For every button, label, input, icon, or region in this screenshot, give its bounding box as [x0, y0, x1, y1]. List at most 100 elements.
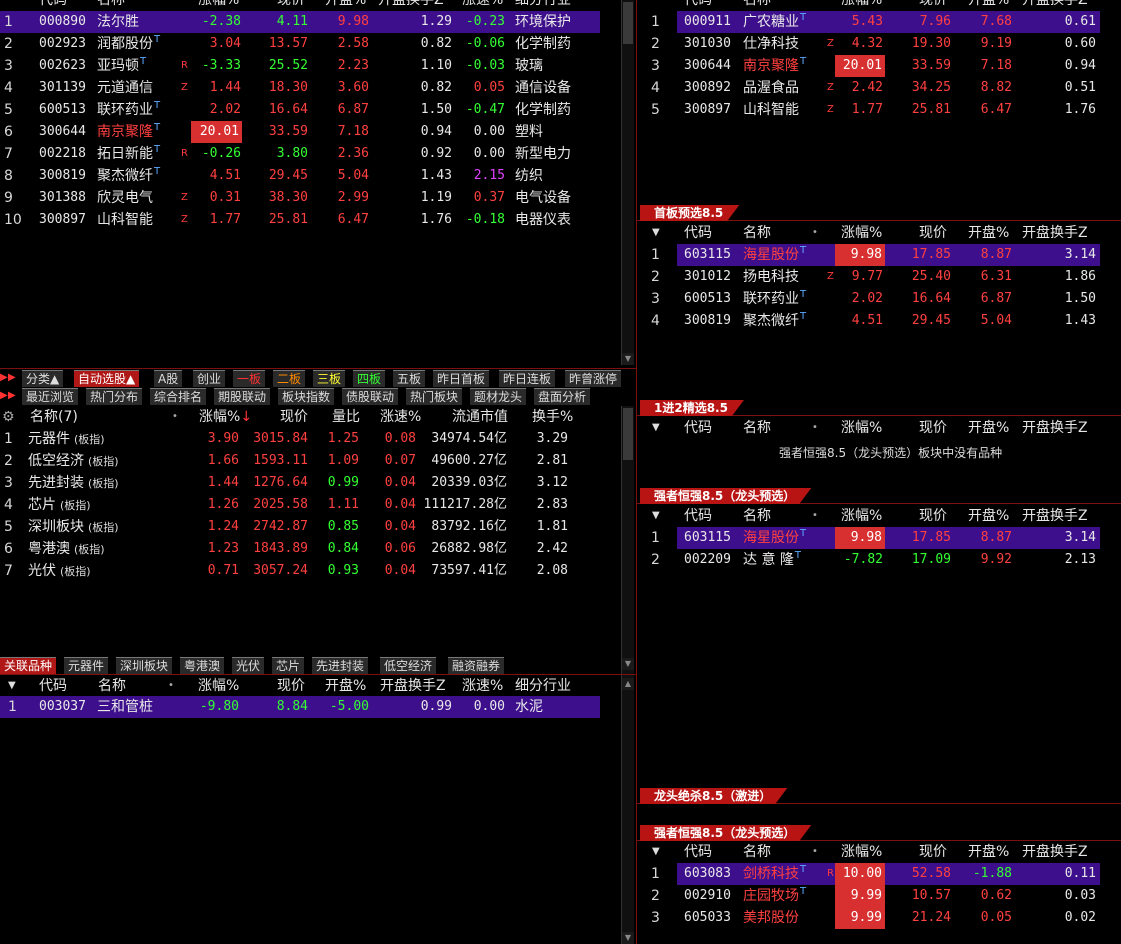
table-row[interactable]: 1 000911 广农糖业T 5.43 7.96 7.68 0.61 [651, 11, 1100, 33]
table-row[interactable]: 1 003037 三和管桩 -9.80 8.84 -5.00 0.99 0.00 水泥 [0, 696, 600, 718]
header-code[interactable]: 代码 [684, 841, 712, 863]
header-name[interactable]: 名称 [743, 505, 771, 527]
header-code[interactable]: 代码 [684, 505, 712, 527]
header-turnover[interactable]: 换手% [532, 406, 573, 428]
tab-a-shares[interactable]: A股 [154, 370, 183, 387]
table-row[interactable]: 5 300897 山科智能 Z 1.77 25.81 6.47 1.76 [651, 99, 1100, 121]
tab-board-5[interactable]: 五板 [393, 370, 426, 387]
sector-table-scrollbar[interactable]: ▼ [621, 406, 634, 670]
table-row[interactable]: 5 600513 联环药业T 2.02 16.64 6.87 1.50 -0.47 化学制药 [0, 99, 600, 121]
header-code[interactable]: 代码 [684, 222, 712, 244]
collapse-triangle-icon[interactable]: ▼ [652, 841, 660, 863]
gear-icon[interactable]: ⚙ [2, 406, 15, 428]
collapse-triangle-icon[interactable]: ▼ [652, 505, 660, 527]
table-row[interactable]: 2 002923 润都股份T 3.04 13.57 2.58 0.82 -0.06 化学制药 [0, 33, 600, 55]
tab-related-components[interactable]: 元器件 [64, 657, 109, 674]
header-speed[interactable]: 涨速% [462, 675, 503, 697]
table-row[interactable]: 1 603083 剑桥科技T R 10.00 52.58 -1.88 0.11 [651, 863, 1100, 885]
table-row[interactable]: 3 先进封装 (板指) 1.44 1276.64 0.99 0.04 20339.03亿 3.1… [0, 472, 600, 494]
tab-bond-link[interactable]: 债股联动 [342, 388, 399, 405]
header-open-turnover[interactable]: 开盘换手Z [1022, 505, 1088, 527]
tab-market-analysis[interactable]: 盘面分析 [534, 388, 591, 405]
header-change[interactable]: 涨幅% [841, 222, 882, 244]
table-row[interactable]: 4 300892 品渥食品 Z 2.42 34.25 8.82 0.51 [651, 77, 1100, 99]
arrow-right-icon[interactable]: ▶ [8, 388, 16, 404]
tab-related-chip[interactable]: 芯片 [272, 657, 305, 674]
header-name[interactable]: 名称 [743, 222, 771, 244]
tab-board-4[interactable]: 四板 [353, 370, 386, 387]
tab-related-stocks[interactable]: 关联品种 [0, 657, 57, 674]
table-row[interactable]: 5 深圳板块 (板指) 1.24 2742.87 0.85 0.04 83792.16亿 1.8… [0, 516, 600, 538]
header-open[interactable]: 开盘% [325, 675, 366, 697]
table-row[interactable]: 3 600513 联环药业T 2.02 16.64 6.87 1.50 [651, 288, 1100, 310]
header-open[interactable]: 开盘% [325, 0, 366, 11]
collapse-triangle-icon[interactable]: ▼ [8, 675, 16, 697]
scroll-thumb[interactable] [623, 408, 633, 460]
table-row[interactable]: 2 301012 扬电科技 Z 9.77 25.40 6.31 1.86 [651, 266, 1100, 288]
header-code[interactable]: 代码 [39, 675, 67, 697]
table-row[interactable]: 4 300819 聚杰微纤T 4.51 29.45 5.04 1.43 [651, 310, 1100, 332]
tab-board-2[interactable]: 二板 [273, 370, 306, 387]
panel-e-title[interactable]: 强者恒强8.5（龙头预选） [640, 825, 811, 841]
header-price[interactable]: 现价 [919, 417, 947, 439]
table-row[interactable]: 8 300819 聚杰微纤T 4.51 29.45 5.04 1.43 2.15 纺织 [0, 165, 600, 187]
collapse-triangle-icon[interactable]: ▼ [652, 417, 660, 439]
tab-related-packaging[interactable]: 先进封装 [312, 657, 369, 674]
header-speed[interactable]: 涨速% [462, 0, 503, 11]
header-code[interactable]: 代码 [39, 0, 67, 11]
table-row[interactable]: 3 605033 美邦股份 9.99 21.24 0.05 0.02 [651, 907, 1100, 929]
table-row[interactable]: 2 002910 庄园牧场T 9.99 10.57 0.62 0.03 [651, 885, 1100, 907]
header-change[interactable]: 涨幅% [841, 0, 882, 11]
tab-yesterday-consecutive[interactable]: 昨日连板 [499, 370, 556, 387]
table-row[interactable]: 6 粤港澳 (板指) 1.23 1843.89 0.84 0.06 26882.98亿 2.42 [0, 538, 600, 560]
table-row[interactable]: 4 芯片 (板指) 1.26 2025.58 1.11 0.04 111217.28亿 2.83 [0, 494, 600, 516]
table-row[interactable]: 2 002209 达 意 隆T -7.82 17.09 9.92 2.13 [651, 549, 1100, 571]
header-open-turnover[interactable]: 开盘换手Z [1022, 222, 1088, 244]
scroll-up-arrow[interactable]: ▲ [622, 678, 634, 690]
header-open[interactable]: 开盘% [968, 841, 1009, 863]
tab-related-pv[interactable]: 光伏 [232, 657, 265, 674]
header-open-turnover[interactable]: 开盘换手Z [1022, 841, 1088, 863]
tab-futures-link[interactable]: 期股联动 [214, 388, 271, 405]
tab-board-3[interactable]: 三板 [313, 370, 346, 387]
header-change[interactable]: 涨幅% [841, 505, 882, 527]
header-price[interactable]: 现价 [277, 0, 305, 11]
header-price[interactable]: 现价 [277, 675, 305, 697]
header-change[interactable]: 涨幅% [841, 841, 882, 863]
scroll-thumb[interactable] [623, 2, 633, 44]
header-open[interactable]: 开盘% [968, 505, 1009, 527]
table-row[interactable]: 2 低空经济 (板指) 1.66 1593.11 1.09 0.07 49600.27亿 2.8… [0, 450, 600, 472]
header-float-cap[interactable]: 流通市值 [452, 406, 508, 428]
header-sector-name[interactable]: 名称(7) [30, 406, 78, 428]
panel-b-title[interactable]: 1进2精选8.5 [640, 400, 744, 416]
header-open-turnover[interactable]: 开盘换手Z [378, 0, 444, 11]
collapse-triangle-icon[interactable]: ▼ [652, 222, 660, 244]
header-industry[interactable]: 细分行业 [515, 0, 571, 11]
table-row[interactable]: 7 光伏 (板指) 0.71 3057.24 0.93 0.04 73597.41亿 2.08 [0, 560, 600, 582]
tab-yesterday-limit-up[interactable]: 昨曾涨停 [565, 370, 622, 387]
header-name[interactable]: 名称 [98, 675, 126, 697]
header-name[interactable]: 名称 [743, 0, 771, 11]
header-price[interactable]: 现价 [919, 841, 947, 863]
main-table-scrollbar[interactable]: ▼ [621, 0, 634, 365]
tab-overall-rank[interactable]: 综合排名 [150, 388, 207, 405]
table-row[interactable]: 3 002623 亚玛顿T R -3.33 25.52 2.23 1.10 -0.03 玻璃 [0, 55, 600, 77]
tab-recent[interactable]: 最近浏览 [22, 388, 79, 405]
tab-related-gba[interactable]: 粤港澳 [180, 657, 225, 674]
header-change[interactable]: 涨幅% [198, 675, 239, 697]
header-sector-price[interactable]: 现价 [280, 406, 308, 428]
header-open-turnover[interactable]: 开盘换手Z [1022, 0, 1088, 11]
tab-hot-distribution[interactable]: 热门分布 [86, 388, 143, 405]
tab-theme-leader[interactable]: 题材龙头 [470, 388, 527, 405]
table-row[interactable]: 6 300644 南京聚隆T 20.01 33.59 7.18 0.94 0.00 塑料 [0, 121, 600, 143]
header-volume-ratio[interactable]: 量比 [332, 406, 360, 428]
tab-related-margin[interactable]: 融资融券 [448, 657, 505, 674]
table-row[interactable]: 1 000890 法尔胜 -2.38 4.11 9.98 1.29 -0.23 环境保护 [0, 11, 600, 33]
header-open[interactable]: 开盘% [968, 0, 1009, 11]
table-row[interactable]: 1 元器件 (板指) 3.90 3015.84 1.25 0.08 34974.54亿 3.29 [0, 428, 600, 450]
header-name[interactable]: 名称 [743, 841, 771, 863]
header-price[interactable]: 现价 [919, 222, 947, 244]
header-industry[interactable]: 细分行业 [515, 675, 571, 697]
scroll-down-arrow[interactable]: ▼ [622, 353, 634, 365]
related-scrollbar[interactable]: ▼ ▲ ▼ [621, 658, 634, 944]
